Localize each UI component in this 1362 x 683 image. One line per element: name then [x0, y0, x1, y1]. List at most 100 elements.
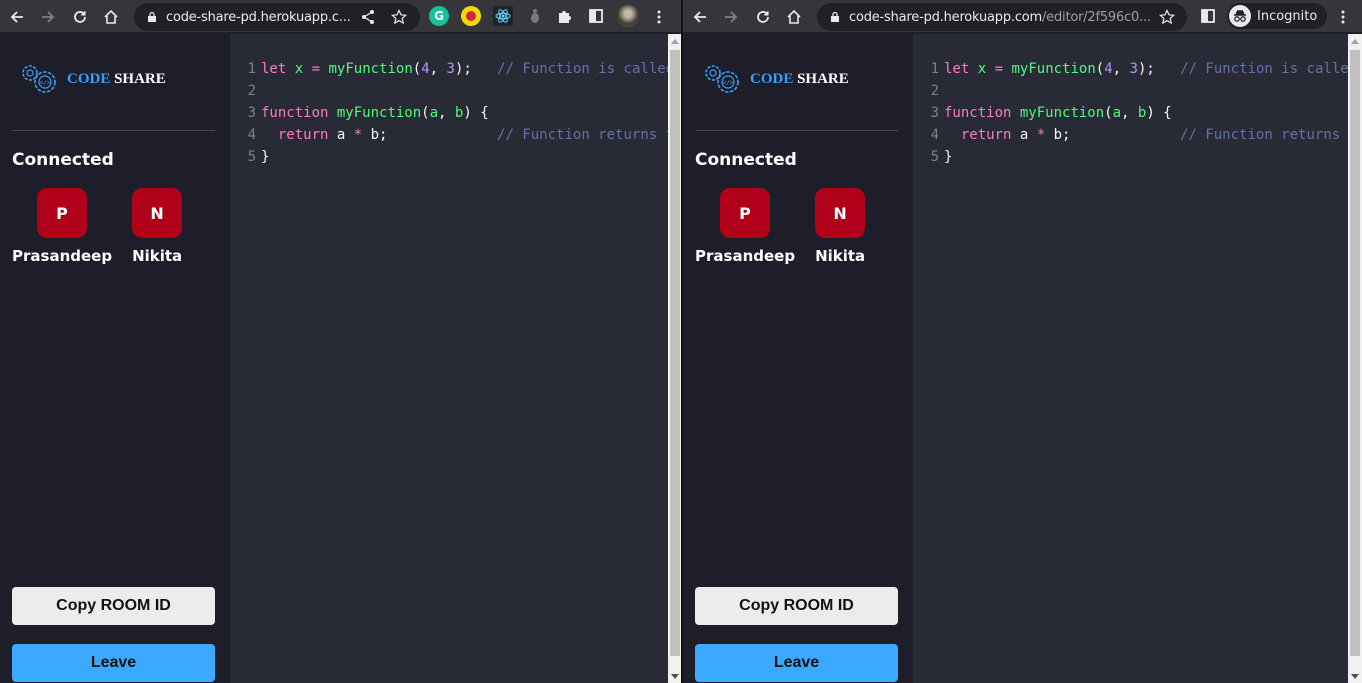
back-button[interactable]: [688, 5, 712, 29]
line-code: let x = myFunction(4, 3); // Function is…: [261, 58, 682, 80]
menu-button[interactable]: [1331, 5, 1355, 29]
address-bar[interactable]: code-share-pd.herokuapp.c...: [134, 3, 420, 31]
browser-toolbar: code-share-pd.herokuapp.c... G: [0, 0, 682, 33]
leave-button[interactable]: Leave: [695, 644, 898, 682]
back-button[interactable]: [5, 5, 29, 29]
code-editor[interactable]: 1 let x = myFunction(4, 3); // Function i…: [913, 34, 1362, 683]
code-token: function: [944, 105, 1012, 121]
logo-share-text: SHARE: [114, 70, 166, 87]
browser-window-right: code-share-pd.herokuapp.com/editor/2f596…: [683, 0, 1362, 683]
app-page: </> CODE SHARE Connected P Prasandeep N …: [683, 34, 1362, 683]
bookmark-star-icon[interactable]: [1159, 9, 1175, 25]
sidebar-divider: [12, 130, 215, 131]
side-panel-icon[interactable]: [586, 6, 606, 26]
app-page: </> CODE SHARE Connected P Prasandeep N …: [0, 34, 682, 683]
connected-heading: Connected: [695, 150, 797, 170]
logo-code-text: CODE: [67, 70, 111, 87]
code-token: *: [353, 127, 363, 143]
code-token: // Function returns the product of a and…: [1180, 127, 1362, 143]
code-token: a: [1011, 127, 1037, 143]
code-line[interactable]: 1 let x = myFunction(4, 3); // Function i…: [230, 58, 682, 80]
client-avatar: N: [815, 188, 866, 238]
code-token: a: [429, 105, 439, 121]
client-item: N Nikita: [815, 188, 865, 265]
code-line[interactable]: 5}: [913, 146, 1362, 168]
code-line[interactable]: 2: [230, 80, 682, 102]
colorpick-icon[interactable]: [461, 6, 481, 26]
reload-button[interactable]: [751, 5, 775, 29]
code-line[interactable]: 4 return a * b; // Function returns the …: [913, 124, 1362, 146]
code-line[interactable]: 3 function myFunction(a, b) {: [913, 102, 1362, 124]
grammarly-icon[interactable]: G: [429, 6, 449, 26]
code-token: =: [311, 61, 321, 77]
sidebar: </> CODE SHARE Connected P Prasandeep N …: [683, 34, 913, 683]
copy-room-id-button[interactable]: Copy ROOM ID: [695, 587, 898, 625]
profile-avatar[interactable]: [617, 5, 639, 27]
vertical-scrollbar[interactable]: [668, 34, 682, 683]
client-item: P Prasandeep: [12, 188, 112, 265]
code-token: 4: [1104, 61, 1113, 77]
copy-room-id-button[interactable]: Copy ROOM ID: [12, 587, 215, 625]
code-editor[interactable]: 1 let x = myFunction(4, 3); // Function i…: [230, 34, 682, 683]
url-host: code-share-pd.herokuapp.com: [849, 9, 1042, 25]
menu-button[interactable]: [647, 5, 671, 29]
share-icon[interactable]: [360, 9, 376, 25]
leave-button[interactable]: Leave: [12, 644, 215, 682]
scroll-down-arrow-icon[interactable]: [668, 669, 682, 683]
arrow-right-icon: [725, 11, 738, 23]
home-button[interactable]: [782, 5, 806, 29]
code-token: (: [1095, 61, 1105, 77]
connected-heading: Connected: [12, 150, 114, 170]
scrollbar-thumb[interactable]: [670, 50, 680, 656]
code-token: return: [960, 127, 1012, 143]
client-name: Nikita: [815, 247, 866, 265]
code-line[interactable]: 1 let x = myFunction(4, 3); // Function i…: [913, 58, 1362, 80]
client-avatar: P: [720, 188, 771, 238]
code-token: (: [412, 61, 422, 77]
incognito-badge[interactable]: Incognito: [1227, 3, 1328, 29]
home-button[interactable]: [99, 5, 123, 29]
code-line[interactable]: 4 return a * b; // Function returns the …: [230, 124, 682, 146]
forward-button[interactable]: [36, 5, 60, 29]
vertical-scrollbar[interactable]: [1348, 34, 1362, 683]
react-devtools-icon[interactable]: [493, 6, 513, 26]
extension-bug-icon[interactable]: [525, 6, 545, 26]
forward-button[interactable]: [719, 5, 743, 29]
code-token: // Function returns the product of a and…: [497, 127, 682, 143]
code-lines: 1 let x = myFunction(4, 3); // Function i…: [230, 58, 682, 168]
code-token: ,: [1121, 105, 1138, 121]
scrollbar-thumb[interactable]: [1350, 50, 1360, 656]
client-name: Prasandeep: [12, 247, 113, 265]
line-code: function myFunction(a, b) {: [944, 102, 1172, 124]
side-panel-icon[interactable]: [1198, 6, 1218, 26]
scroll-up-arrow-icon[interactable]: [668, 34, 682, 48]
incognito-icon: [1229, 5, 1251, 27]
code-token: ,: [1112, 61, 1130, 77]
client-avatar: P: [37, 188, 88, 238]
code-line[interactable]: 2: [913, 80, 1362, 102]
home-icon: [104, 9, 118, 24]
arrow-left-icon: [10, 11, 23, 23]
bookmark-star-icon[interactable]: [391, 9, 407, 25]
code-token: b;: [362, 127, 498, 143]
url-path: /editor/2f596c0...: [1042, 9, 1151, 25]
scroll-down-arrow-icon[interactable]: [1348, 669, 1362, 683]
code-token: 4: [421, 61, 430, 77]
scroll-up-arrow-icon[interactable]: [1348, 34, 1362, 48]
gears-logo-icon: </>: [705, 65, 739, 93]
code-token: a: [1112, 105, 1122, 121]
code-line[interactable]: 3 function myFunction(a, b) {: [230, 102, 682, 124]
address-bar[interactable]: code-share-pd.herokuapp.com/editor/2f596…: [817, 3, 1187, 31]
extensions-puzzle-icon[interactable]: [555, 6, 575, 26]
reload-button[interactable]: [68, 5, 92, 29]
code-lines: 1 let x = myFunction(4, 3); // Function i…: [913, 58, 1362, 168]
code-token: function: [261, 105, 329, 121]
code-line[interactable]: 5}: [230, 146, 682, 168]
code-token: myFunction: [1019, 105, 1105, 121]
code-token: );: [1137, 61, 1181, 77]
line-code: return a * b; // Function returns the pr…: [944, 124, 1362, 146]
